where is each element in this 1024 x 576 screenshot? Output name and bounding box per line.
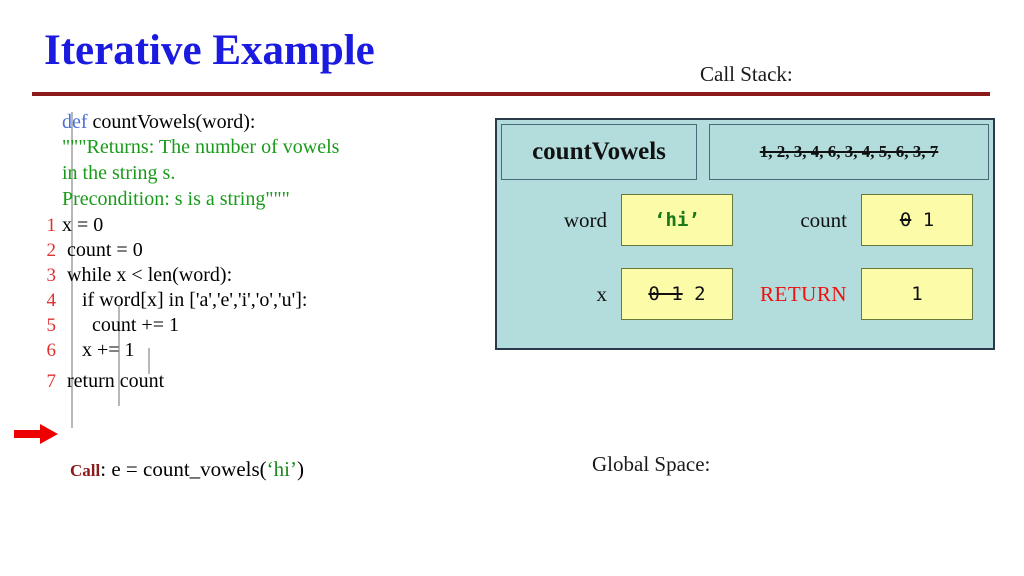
variable-current-value-count: 1 [922, 209, 935, 231]
code-line-docstring-3: Precondition: s is a string""" [36, 187, 506, 212]
code-line-6: 6 x += 1 [36, 338, 506, 363]
call-separator: : [100, 457, 112, 481]
title-divider [32, 92, 990, 96]
variable-value-box-x: 0 1 2 [621, 268, 733, 320]
docstring-line-3: Precondition: s is a string""" [62, 188, 290, 210]
variable-old-value-x: 0 1 [648, 283, 683, 305]
code-line-docstring-2: in the string s. [36, 161, 506, 186]
variable-old-value-count: 0 [899, 209, 912, 231]
line-number-5: 5 [46, 315, 57, 336]
line-number-3: 3 [46, 265, 57, 286]
code-text-5: count += 1 [62, 314, 179, 336]
code-line-2: 2 count = 0 [36, 238, 506, 263]
code-line-7: 7 return count [36, 369, 506, 394]
line-number-1: 1 [46, 215, 57, 236]
call-stack-frame: countVowels 1, 2, 3, 4, 6, 3, 4, 5, 6, 3… [495, 118, 995, 350]
call-stack-heading: Call Stack: [700, 62, 793, 86]
call-expression-post: ) [296, 457, 304, 481]
code-signature-text: def countVowels(word): [62, 110, 506, 135]
call-argument: ‘hi’ [266, 457, 297, 481]
docstring-line-2: in the string s. [62, 162, 176, 184]
line-number-6: 6 [46, 340, 57, 361]
line-number-4: 4 [46, 290, 57, 311]
code-text-4: if word[x] in ['a','e','i','o','u']: [62, 289, 308, 311]
frame-line-trace: 1, 2, 3, 4, 6, 3, 4, 5, 6, 3, 7 [759, 142, 939, 161]
line-number-blank [36, 187, 62, 212]
code-line-5: 5 count += 1 [36, 313, 506, 338]
line-number-blank [36, 110, 62, 135]
execution-pointer-arrow-icon [14, 424, 58, 444]
line-number-2: 2 [46, 240, 57, 261]
code-line-3: 3 while x < len(word): [36, 263, 506, 288]
line-number-blank [36, 135, 62, 160]
code-text-1: x = 0 [62, 214, 104, 236]
code-text-2: count = 0 [62, 239, 143, 261]
variable-value-box-return: 1 [861, 268, 973, 320]
variable-row-count: count 0 1 [759, 194, 973, 246]
code-line-docstring-1: """Returns: The number of vowels [36, 135, 506, 160]
frame-header: countVowels 1, 2, 3, 4, 6, 3, 4, 5, 6, 3… [497, 120, 993, 182]
code-text-6: x += 1 [62, 339, 135, 361]
frame-variable-grid: word ‘hi’ count 0 1 x 0 1 2 RETURN 1 [497, 186, 993, 348]
global-space-heading: Global Space: [592, 452, 711, 476]
frame-function-name-box: countVowels [501, 124, 697, 180]
variable-value-box-count: 0 1 [861, 194, 973, 246]
frame-line-trace-box: 1, 2, 3, 4, 6, 3, 4, 5, 6, 3, 7 [709, 124, 989, 180]
line-number-blank [36, 161, 62, 186]
code-listing: def countVowels(word): """Returns: The n… [36, 110, 506, 394]
code-text-7: return count [62, 370, 165, 392]
variable-name-count: count [800, 207, 847, 232]
variable-value-count: 0 1 [900, 209, 934, 231]
call-expression: Call: e = count_vowels(‘hi’) [70, 457, 304, 482]
call-label: Call [70, 461, 101, 480]
code-line-1: 1 x = 0 [36, 213, 506, 238]
variable-value-return: 1 [911, 283, 923, 305]
keyword-def: def [62, 111, 88, 133]
call-expression-pre: e = count_vowels( [111, 457, 267, 481]
docstring-line-1: """Returns: The number of vowels [62, 136, 340, 158]
code-line-signature: def countVowels(word): [36, 110, 506, 135]
code-text-3: while x < len(word): [62, 264, 233, 286]
variable-row-word: word ‘hi’ [525, 194, 733, 246]
frame-function-name: countVowels [532, 138, 666, 165]
variable-name-word: word [563, 207, 607, 232]
variable-value-box-word: ‘hi’ [621, 194, 733, 246]
variable-value-x: 0 1 2 [648, 283, 705, 305]
variable-row-x: x 0 1 2 [525, 268, 733, 320]
page-title: Iterative Example [44, 27, 375, 74]
code-line-4: 4 if word[x] in ['a','e','i','o','u']: [36, 288, 506, 313]
signature-rest: countVowels(word): [87, 111, 256, 133]
variable-name-x: x [596, 281, 608, 306]
variable-value-word: ‘hi’ [654, 209, 700, 231]
line-number-7: 7 [46, 371, 57, 392]
variable-name-return: RETURN [760, 281, 847, 306]
variable-row-return: RETURN 1 [747, 268, 973, 320]
variable-current-value-x: 2 [694, 283, 706, 305]
